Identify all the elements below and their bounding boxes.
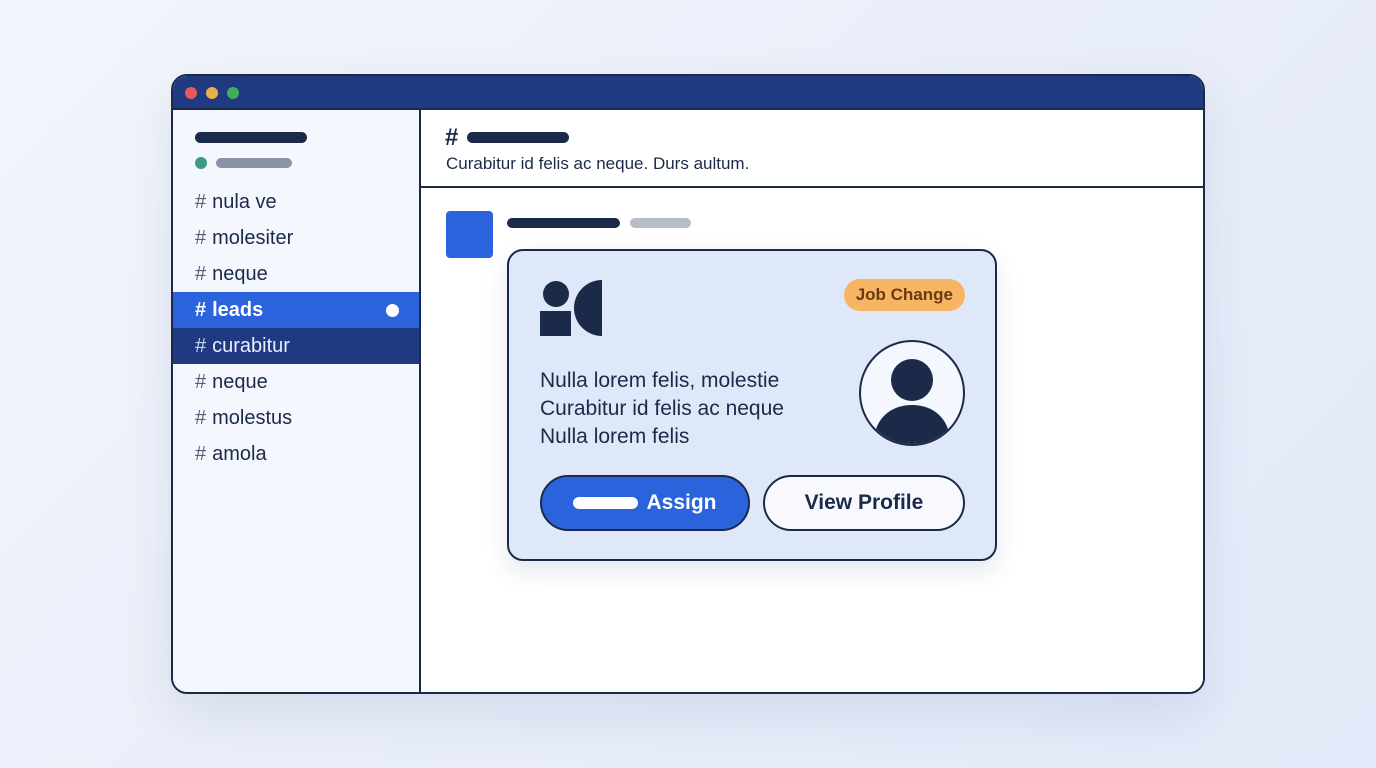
title-bar — [173, 76, 1203, 110]
online-status-icon — [195, 157, 207, 169]
sidebar-item-molestus[interactable]: # molestus — [173, 400, 419, 436]
channel-label: neque — [212, 370, 268, 393]
assign-label: Assign — [646, 491, 717, 514]
hash-icon: # — [195, 226, 207, 249]
minimize-window-button[interactable] — [206, 87, 218, 99]
unread-indicator-icon — [386, 304, 399, 317]
hash-icon: # — [195, 262, 207, 285]
channel-topic: Curabitur id felis ac neque. Durs aultum… — [446, 154, 750, 173]
hash-icon: # — [195, 442, 207, 465]
assign-button[interactable]: Assign — [540, 475, 750, 531]
lead-details: Nulla lorem felis, molestie Curabitur id… — [540, 367, 784, 451]
channel-label: leads — [212, 298, 264, 321]
lead-detail-line: Nulla lorem felis — [540, 425, 690, 448]
message-author-placeholder — [507, 218, 620, 228]
workspace-name-placeholder[interactable] — [195, 132, 307, 143]
hash-icon: # — [195, 298, 207, 321]
channel-title-placeholder — [467, 132, 569, 143]
channel-header: # Curabitur id felis ac neque. Durs ault… — [421, 110, 1203, 188]
sidebar-item-amola[interactable]: # amola — [173, 436, 419, 472]
close-window-button[interactable] — [185, 87, 197, 99]
hash-icon: # — [195, 190, 207, 213]
message-timestamp-placeholder — [630, 218, 691, 228]
sidebar-item-neque[interactable]: # neque — [173, 256, 419, 292]
lead-card: Job Change Nulla lorem felis, molestie C… — [507, 249, 997, 561]
lead-detail-line: Nulla lorem felis, molestie — [540, 369, 780, 392]
lead-detail-line: Curabitur id felis ac neque — [540, 397, 784, 420]
company-logo-icon — [540, 280, 602, 336]
hash-icon: # — [195, 334, 207, 357]
user-status-placeholder — [216, 158, 292, 168]
channel-label: neque — [212, 262, 268, 285]
view-profile-button[interactable]: View Profile — [763, 475, 965, 531]
sidebar-item-nula-ve[interactable]: # nula ve — [173, 184, 419, 220]
hash-icon: # — [195, 370, 207, 393]
maximize-window-button[interactable] — [227, 87, 239, 99]
hash-icon: # — [195, 406, 207, 429]
assignee-placeholder — [573, 497, 639, 509]
sidebar-item-molesiter[interactable]: # molesiter — [173, 220, 419, 256]
hash-icon: # — [445, 124, 459, 151]
sidebar-item-neque-2[interactable]: # neque — [173, 364, 419, 400]
channel-label: molesiter — [212, 226, 294, 249]
channel-label: amola — [212, 442, 267, 465]
message-author-avatar[interactable] — [446, 211, 493, 258]
channel-label: molestus — [212, 406, 293, 429]
app-window: # nula ve # molesiter # neque # leads # … — [171, 74, 1205, 694]
main-panel: # Curabitur id felis ac neque. Durs ault… — [421, 110, 1203, 692]
sidebar: # nula ve # molesiter # neque # leads # … — [173, 110, 421, 692]
user-avatar-icon — [859, 340, 965, 446]
sidebar-item-curabitur[interactable]: # curabitur — [173, 328, 419, 364]
channel-label: curabitur — [212, 334, 290, 357]
channel-label: nula ve — [212, 190, 277, 213]
channel-list: # nula ve # molesiter # neque # leads # … — [173, 184, 419, 472]
job-change-badge: Job Change — [843, 279, 965, 311]
sidebar-item-leads[interactable]: # leads — [173, 292, 419, 328]
